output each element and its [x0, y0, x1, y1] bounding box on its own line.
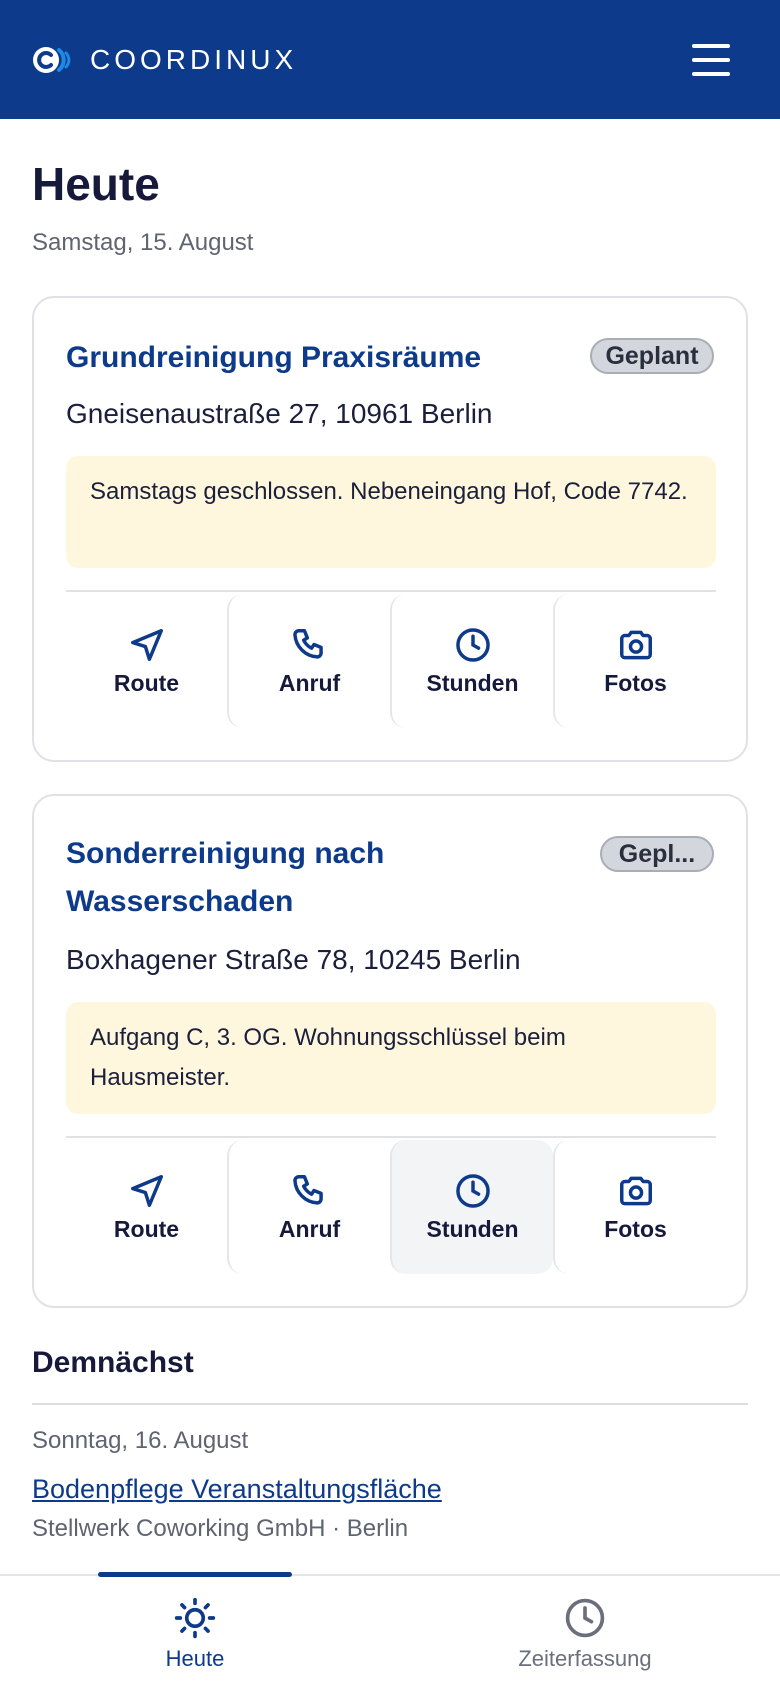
- hamburger-menu-icon[interactable]: [692, 44, 730, 76]
- bottom-navigation: Heute Zeiterfassung: [0, 1572, 780, 1688]
- job-card[interactable]: Grundreinigung Praxisräume Geplant Gneis…: [32, 296, 748, 762]
- clock-icon: [455, 1173, 490, 1208]
- job-note: Aufgang C, 3. OG. Wohnungsschlüssel beim…: [66, 1002, 716, 1114]
- hours-label: Stunden: [426, 669, 519, 696]
- phone-icon: [292, 628, 323, 659]
- brand-name: COORDINUX: [90, 43, 298, 75]
- route-label: Route: [113, 669, 180, 696]
- nav-tab-zeiterfassung[interactable]: Zeiterfassung: [390, 1576, 780, 1688]
- upcoming-client: Stellwerk Coworking GmbH · Berlin: [32, 1515, 409, 1542]
- hours-button[interactable]: Stunden: [390, 594, 553, 728]
- call-button[interactable]: Anruf: [227, 1140, 390, 1274]
- job-actions: Route Anruf Stunden Fotos: [66, 594, 716, 728]
- section-divider: [32, 1403, 748, 1405]
- call-label: Anruf: [278, 669, 341, 696]
- clock-icon: [455, 627, 490, 662]
- nav-label-zeiterfassung: Zeiterfassung: [518, 1646, 652, 1671]
- camera-icon: [619, 630, 652, 659]
- app-header: COORDINUX: [0, 0, 780, 119]
- job-actions: Route Anruf Stunden Fotos: [66, 1140, 716, 1274]
- nav-label-heute: Heute: [165, 1646, 225, 1671]
- job-title[interactable]: Grundreinigung Praxisräume: [66, 334, 566, 382]
- card-divider: [66, 1136, 716, 1138]
- call-label: Anruf: [278, 1215, 341, 1242]
- job-title[interactable]: Sonderreinigung nach Wasserschaden: [66, 830, 506, 926]
- photos-label: Fotos: [604, 1215, 667, 1242]
- photos-button[interactable]: Fotos: [553, 594, 716, 728]
- upcoming-section-title: Demnächst: [32, 1346, 194, 1379]
- nav-tab-heute[interactable]: Heute: [0, 1572, 390, 1688]
- hours-label: Stunden: [426, 1215, 519, 1242]
- call-button[interactable]: Anruf: [227, 594, 390, 728]
- camera-icon: [619, 1176, 652, 1205]
- route-button[interactable]: Route: [66, 594, 227, 728]
- upcoming-date: Sonntag, 16. August: [32, 1427, 249, 1454]
- route-label: Route: [113, 1215, 180, 1242]
- navigation-arrow-icon: [130, 1174, 163, 1207]
- photos-label: Fotos: [604, 669, 667, 696]
- job-address: Gneisenaustraße 27, 10961 Berlin: [66, 398, 493, 429]
- job-note: Samstags geschlossen. Nebeneingang Hof, …: [66, 456, 716, 568]
- hours-button[interactable]: Stunden: [390, 1140, 553, 1274]
- coordinux-logo-icon: [33, 46, 71, 73]
- navigation-arrow-icon: [130, 628, 163, 661]
- active-tab-indicator: [98, 1572, 292, 1577]
- job-card[interactable]: Sonderreinigung nach Wasserschaden Gepl.…: [32, 794, 748, 1308]
- phone-icon: [292, 1174, 323, 1205]
- upcoming-job-link[interactable]: Bodenpflege Veranstaltungsfläche: [32, 1474, 442, 1505]
- brand-logo[interactable]: COORDINUX: [32, 44, 297, 76]
- route-button[interactable]: Route: [66, 1140, 227, 1274]
- photos-button[interactable]: Fotos: [553, 1140, 716, 1274]
- status-badge: Geplant: [590, 338, 714, 374]
- sun-icon: [174, 1597, 216, 1639]
- clock-icon: [565, 1598, 605, 1638]
- job-address: Boxhagener Straße 78, 10245 Berlin: [66, 944, 521, 975]
- card-divider: [66, 590, 716, 592]
- status-badge: Gepl...: [600, 836, 714, 872]
- page-date: Samstag, 15. August: [32, 229, 254, 256]
- page-title: Heute: [32, 158, 160, 210]
